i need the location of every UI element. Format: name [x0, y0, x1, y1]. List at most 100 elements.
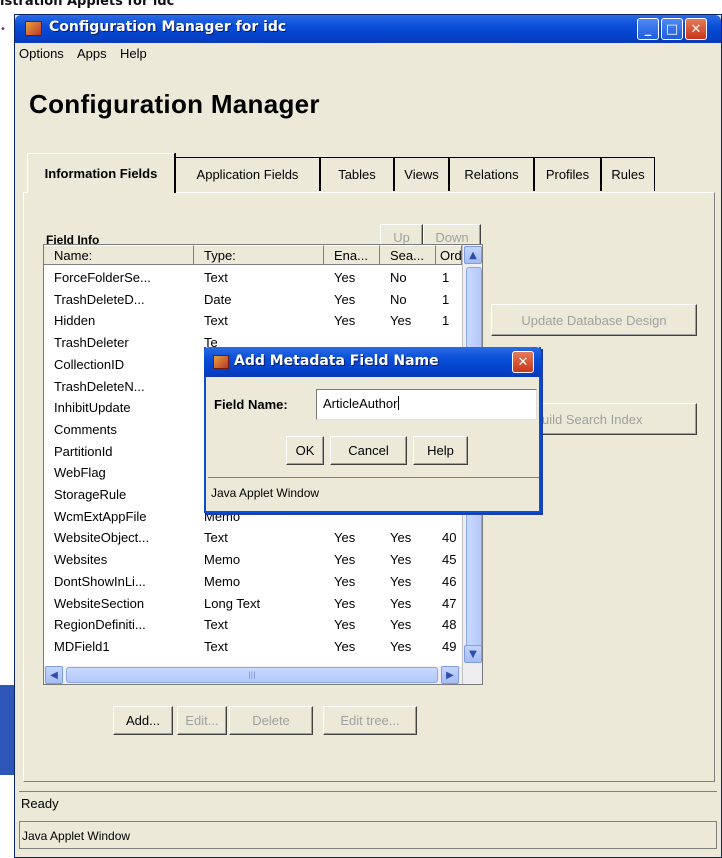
cell-searchable: Yes — [390, 617, 412, 633]
tab-views[interactable]: Views — [394, 157, 449, 191]
table-row[interactable]: Websites Memo Yes Yes 45 — [44, 552, 462, 570]
cell-enabled: Yes — [334, 552, 356, 568]
cell-type: Memo — [204, 573, 241, 589]
table-row[interactable]: MDField1 Text Yes Yes 49 — [44, 639, 462, 657]
scroll-down-arrow-icon[interactable]: ▼ — [464, 645, 482, 663]
column-header-searchable[interactable]: Sea... — [380, 245, 436, 265]
window-titlebar[interactable]: Configuration Manager for idc _ □ ✕ — [15, 15, 721, 43]
text-caret — [398, 396, 400, 410]
cell-searchable: Yes — [390, 552, 412, 568]
cell-enabled: Yes — [334, 313, 356, 329]
cell-name: ForceFolderSe... — [54, 270, 151, 285]
cell-enabled: Yes — [334, 595, 356, 611]
cell-name: TrashDeleteN... — [54, 378, 145, 394]
cell-name: Comments — [54, 421, 117, 437]
cell-type: Memo — [204, 552, 241, 568]
scroll-up-arrow-icon[interactable]: ▲ — [464, 246, 482, 264]
add-button[interactable]: Add... — [113, 706, 173, 735]
update-database-design-button[interactable]: Update Database Design — [491, 304, 697, 336]
tab-information-fields[interactable]: Information Fields — [27, 153, 175, 193]
close-button[interactable]: ✕ — [685, 18, 707, 40]
cell-searchable: No — [390, 270, 407, 285]
minimize-button[interactable]: _ — [637, 18, 659, 40]
cell-name: Websites — [54, 552, 108, 568]
edit-tree-button[interactable]: Edit tree... — [323, 706, 417, 735]
cell-searchable: Yes — [390, 530, 412, 546]
column-header-order[interactable]: Orde — [436, 245, 462, 265]
table-row[interactable]: WebsiteObject... Text Yes Yes 40 — [44, 530, 462, 548]
ok-button[interactable]: OK — [286, 436, 324, 465]
field-name-label: Field Name: — [214, 397, 288, 412]
cell-name: Hidden — [54, 313, 96, 329]
cell-order: 1 — [442, 270, 450, 285]
cell-name: RegionDefiniti... — [54, 617, 146, 633]
column-header-name[interactable]: Name: — [44, 245, 194, 265]
status-bar: Ready — [19, 791, 717, 815]
scroll-right-arrow-icon[interactable]: ▶ — [441, 666, 459, 684]
horizontal-scrollbar[interactable]: ◀ ||| ▶ — [44, 666, 462, 684]
close-icon: ✕ — [517, 354, 529, 370]
cell-name: CollectionID — [54, 356, 125, 372]
cell-type: Text — [204, 313, 228, 329]
tab-application-fields[interactable]: Application Fields — [175, 157, 320, 191]
cell-type: Text — [204, 638, 228, 654]
cell-type: Long Text — [204, 595, 261, 611]
cell-order: 46 — [442, 573, 457, 589]
background-taskbar-strip — [0, 685, 14, 775]
cell-order: 1 — [442, 291, 450, 307]
menu-options[interactable]: Options — [19, 46, 64, 61]
table-row[interactable]: Hidden Text Yes Yes 1 — [44, 313, 462, 331]
java-app-icon — [213, 355, 229, 369]
cell-searchable: Yes — [390, 573, 412, 589]
maximize-icon: □ — [665, 21, 679, 37]
cell-searchable: No — [390, 291, 407, 307]
help-button[interactable]: Help — [413, 436, 468, 465]
cell-order: 1 — [442, 313, 450, 329]
maximize-button[interactable]: □ — [661, 18, 683, 40]
cell-name: StorageRule — [54, 487, 127, 502]
minimize-icon: _ — [644, 21, 652, 37]
cell-searchable: Yes — [390, 313, 412, 329]
applet-window-label: Java Applet Window — [19, 821, 717, 849]
menu-apps[interactable]: Apps — [77, 46, 107, 61]
cancel-button[interactable]: Cancel — [330, 436, 407, 465]
cell-order: 45 — [442, 552, 457, 568]
add-metadata-field-dialog: Add Metadata Field Name ✕ Field Name: Ar… — [204, 347, 541, 513]
cell-enabled: Yes — [334, 638, 356, 654]
table-row[interactable]: ForceFolderSe... Text Yes No 1 — [44, 270, 462, 288]
table-row[interactable]: TrashDeleteD... Date Yes No 1 — [44, 292, 462, 310]
delete-button[interactable]: Delete — [229, 706, 313, 735]
tab-relations[interactable]: Relations — [449, 157, 534, 191]
cell-name: InhibitUpdate — [54, 400, 131, 416]
close-icon: ✕ — [690, 21, 702, 37]
cell-name: TrashDeleteD... — [54, 291, 145, 307]
cell-order: 49 — [442, 638, 457, 654]
column-header-type[interactable]: Type: — [194, 245, 324, 265]
cell-name: WebFlag — [54, 465, 106, 481]
cell-enabled: Yes — [334, 573, 356, 589]
dialog-close-button[interactable]: ✕ — [512, 351, 534, 373]
cell-type: Text — [204, 530, 228, 546]
java-app-icon — [25, 21, 42, 36]
table-row[interactable]: WebsiteSection Long Text Yes Yes 47 — [44, 596, 462, 614]
cell-name: TrashDeleter — [54, 335, 129, 351]
cell-type: Date — [204, 291, 232, 307]
table-row[interactable]: RegionDefiniti... Text Yes Yes 48 — [44, 617, 462, 635]
table-row[interactable]: DontShowInLi... Memo Yes Yes 46 — [44, 574, 462, 592]
cell-order: 48 — [442, 617, 457, 633]
dialog-titlebar[interactable]: Add Metadata Field Name ✕ — [204, 347, 541, 377]
edit-button[interactable]: Edit... — [177, 706, 227, 735]
dialog-applet-window-label: Java Applet Window — [208, 477, 539, 509]
tab-rules[interactable]: Rules — [601, 157, 655, 191]
cell-enabled: Yes — [334, 617, 356, 633]
tab-profiles[interactable]: Profiles — [534, 157, 601, 191]
tab-tables[interactable]: Tables — [320, 157, 394, 191]
cell-name: DontShowInLi... — [54, 573, 146, 589]
window-title: Configuration Manager for idc — [49, 19, 287, 35]
scroll-left-arrow-icon[interactable]: ◀ — [45, 666, 63, 684]
column-header-enabled[interactable]: Ena... — [324, 245, 380, 265]
field-name-input[interactable]: ArticleAuthor — [316, 389, 537, 420]
horizontal-scroll-thumb[interactable]: ||| — [66, 667, 438, 683]
menu-help[interactable]: Help — [120, 46, 147, 61]
menu-bar: Options Apps Help — [15, 43, 721, 65]
